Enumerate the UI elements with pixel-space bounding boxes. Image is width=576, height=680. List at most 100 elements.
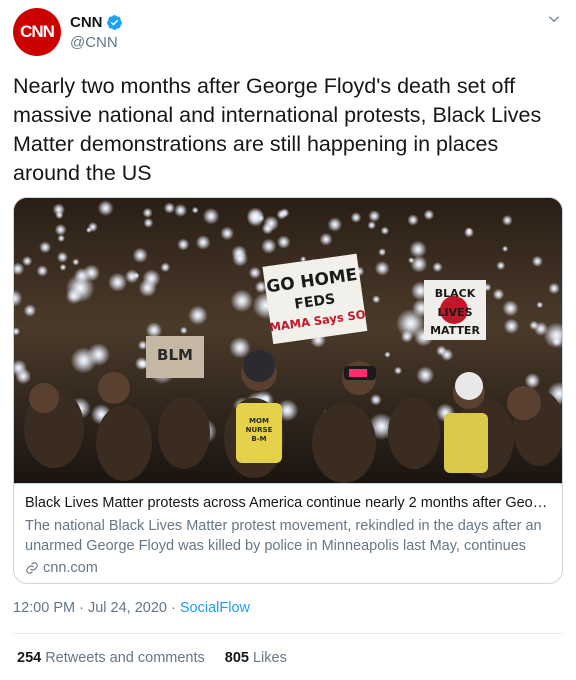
phone-light-glow xyxy=(276,235,291,249)
phone-light-glow xyxy=(367,220,377,230)
sign-black-lives-line1: BLACK xyxy=(435,287,476,300)
card-description: The national Black Lives Matter protest … xyxy=(25,518,542,554)
link-icon xyxy=(26,562,38,574)
phone-light-glow xyxy=(496,261,506,271)
phone-light-glow xyxy=(220,226,235,241)
phone-light-glow xyxy=(416,366,435,385)
phone-light-glow xyxy=(72,258,80,266)
shirt-text-line1: MOM xyxy=(249,417,269,425)
phone-light-glow xyxy=(65,288,82,305)
phone-light-glow xyxy=(54,223,67,236)
sign-blm: BLM xyxy=(157,346,193,364)
phone-light-glow xyxy=(327,217,343,232)
phone-light-glow xyxy=(463,227,475,238)
sign-black-lives-line3: MATTER xyxy=(430,324,480,337)
phone-light-glow xyxy=(407,214,419,226)
phone-light-glow xyxy=(83,264,100,282)
likes-label: Likes xyxy=(252,650,287,666)
phone-light-glow xyxy=(57,234,65,243)
sign-black-lives-line2: LIVES xyxy=(437,306,472,319)
phone-light-glow xyxy=(56,251,68,263)
phone-light-glow xyxy=(394,366,403,375)
phone-light-glow xyxy=(160,262,171,273)
avatar-logo-text: CNN xyxy=(20,22,55,41)
tweet-time[interactable]: 12:00 PM xyxy=(13,600,75,616)
card-domain-text: cnn.com xyxy=(43,560,98,576)
likes-stat[interactable]: 805 Likes xyxy=(225,650,287,666)
phone-light-glow xyxy=(276,209,287,220)
handle[interactable]: @CNN xyxy=(70,34,118,51)
phone-light-glow xyxy=(180,326,188,335)
phone-light-glow xyxy=(423,209,435,221)
card-domain: cnn.com xyxy=(25,558,551,578)
phone-light-glow xyxy=(372,295,381,304)
chevron-down-icon[interactable] xyxy=(547,12,561,26)
phone-light-glow xyxy=(70,347,97,374)
phone-light-glow xyxy=(501,214,513,226)
tweet-source-link[interactable]: SocialFlow xyxy=(180,600,250,616)
phone-light-glow xyxy=(143,217,154,228)
phone-light-glow xyxy=(97,200,114,217)
phone-light-glow xyxy=(248,266,262,279)
phone-light-glow xyxy=(174,203,188,217)
phone-light-glow xyxy=(548,282,560,295)
phone-light-glow xyxy=(22,256,33,267)
phone-light-glow xyxy=(202,207,220,225)
phone-light-glow xyxy=(36,265,49,277)
tweet-header: CNN CNN @CNN xyxy=(13,8,563,56)
phone-light-glow xyxy=(503,318,520,334)
phone-light-glow xyxy=(23,304,37,317)
avatar[interactable]: CNN xyxy=(13,8,61,56)
phone-light-glow xyxy=(529,320,539,330)
phone-light-glow xyxy=(378,248,387,257)
phone-light-glow xyxy=(368,210,381,223)
phone-light-glow xyxy=(39,241,52,254)
tweet-text: Nearly two months after George Floyd's d… xyxy=(13,74,542,185)
verified-badge-icon xyxy=(106,15,122,30)
protest-photo-illustration: GO HOME FEDS MAMA Says SO BLM BLACK LIVE… xyxy=(14,198,562,483)
meta-separator: · xyxy=(75,600,88,616)
phone-light-glow xyxy=(370,394,382,406)
tweet-date[interactable]: Jul 24, 2020 xyxy=(88,600,167,616)
phone-light-glow xyxy=(142,207,153,218)
phone-light-glow xyxy=(232,250,249,267)
phone-light-glow xyxy=(409,240,427,258)
phone-light-glow xyxy=(142,269,161,288)
shirt-text-line2: NURSE xyxy=(246,426,273,434)
retweets-stat[interactable]: 254 Retweets and comments xyxy=(17,650,205,666)
phone-light-glow xyxy=(436,345,447,357)
phone-light-glow xyxy=(374,261,390,276)
phone-light-glow xyxy=(246,207,265,225)
phone-light-glow xyxy=(502,300,519,317)
tweet-meta: 12:00 PM · Jul 24, 2020 · SocialFlow xyxy=(13,600,250,616)
phone-light-glow xyxy=(502,245,509,252)
name-row: CNN xyxy=(70,14,123,31)
phone-light-glow xyxy=(350,212,362,223)
divider xyxy=(13,633,563,634)
card-title: Black Lives Matter protests across Ameri… xyxy=(25,495,551,511)
phone-light-glow xyxy=(319,232,333,246)
meta-separator: · xyxy=(166,600,180,616)
phone-light-glow xyxy=(552,336,562,347)
phone-light-glow xyxy=(59,263,67,271)
phone-light-glow xyxy=(132,247,148,263)
phone-light-glow xyxy=(55,210,64,220)
phone-light-glow xyxy=(163,202,176,214)
phone-light-glow xyxy=(384,351,391,358)
phone-light-glow xyxy=(195,235,211,250)
phone-light-glow xyxy=(188,305,208,326)
likes-count: 805 xyxy=(224,650,249,666)
phone-light-glow xyxy=(408,257,415,264)
phone-light-glow xyxy=(87,222,98,232)
phone-light-glow xyxy=(536,301,544,309)
phone-light-glow xyxy=(177,238,190,251)
display-name[interactable]: CNN xyxy=(70,14,103,31)
link-card[interactable]: GO HOME FEDS MAMA Says SO BLM BLACK LIVE… xyxy=(13,197,563,584)
phone-light-glow xyxy=(108,272,128,292)
card-body[interactable]: Black Lives Matter protests across Ameri… xyxy=(14,483,562,583)
phone-light-glow xyxy=(133,272,140,279)
tweet-stats: 254 Retweets and comments 805 Likes xyxy=(17,650,307,666)
phone-light-glow xyxy=(492,288,505,301)
phone-light-glow xyxy=(230,289,254,313)
retweets-count: 254 xyxy=(17,650,42,666)
